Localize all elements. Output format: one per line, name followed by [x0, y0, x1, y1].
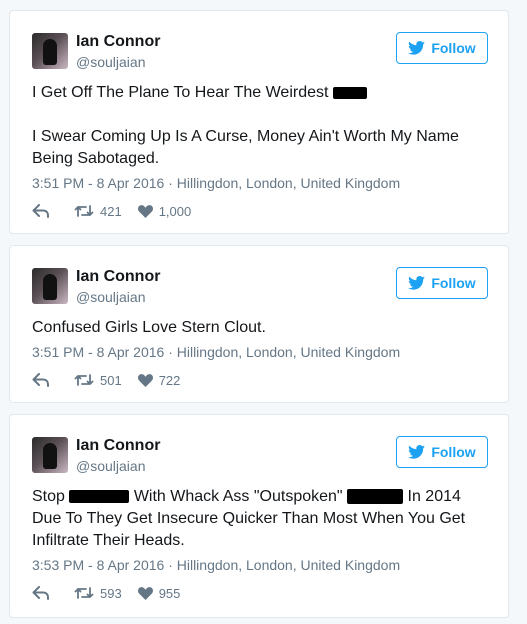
- user-name[interactable]: Ian Connor: [76, 32, 160, 52]
- like-button[interactable]: 1,000: [137, 203, 192, 219]
- follow-label: Follow: [431, 40, 476, 56]
- retweet-button[interactable]: 593: [74, 586, 122, 601]
- reply-icon: [32, 586, 49, 600]
- tweet-text-segment: With Whack Ass "Outspoken": [133, 488, 343, 505]
- retweet-count: 501: [100, 372, 122, 388]
- retweet-icon: [74, 587, 94, 599]
- retweet-count: 421: [100, 203, 122, 219]
- heart-icon: [137, 373, 153, 387]
- avatar[interactable]: [32, 268, 68, 304]
- like-count: 955: [158, 585, 181, 601]
- retweet-icon: [74, 205, 94, 217]
- follow-label: Follow: [431, 444, 476, 460]
- tweet-timestamp[interactable]: 3:51 PM - 8 Apr 2016 · Hillingdon, Londo…: [32, 343, 400, 361]
- retweet-button[interactable]: 421: [74, 204, 122, 219]
- tweet-text-segment: Stop: [32, 488, 65, 505]
- tweet-card: Ian Connor @souljaian Follow Confused Gi…: [9, 245, 509, 403]
- tweet-text-line: I Swear Coming Up Is A Curse, Money Ain'…: [32, 128, 459, 167]
- avatar[interactable]: [32, 437, 68, 473]
- bird-icon: [408, 276, 426, 290]
- follow-button[interactable]: Follow: [396, 267, 488, 299]
- tweet-actions: 593 955: [32, 584, 180, 602]
- follow-label: Follow: [431, 275, 476, 291]
- reply-button[interactable]: [32, 204, 50, 218]
- tweet-text-line: I Get Off The Plane To Hear The Weirdest: [32, 84, 329, 101]
- tweet-actions: 421 1,000: [32, 202, 191, 220]
- heart-icon: [137, 204, 153, 218]
- tweet-timestamp[interactable]: 3:51 PM - 8 Apr 2016 · Hillingdon, Londo…: [32, 174, 400, 192]
- tweet-text: Stop With Whack Ass "Outspoken" In 2014 …: [32, 486, 490, 552]
- retweet-button[interactable]: 501: [74, 373, 122, 388]
- user-handle[interactable]: @souljaian: [76, 288, 145, 306]
- bird-icon: [408, 445, 426, 459]
- tweet-text: I Get Off The Plane To Hear The Weirdest…: [32, 82, 490, 170]
- like-button[interactable]: 722: [137, 372, 181, 388]
- tweet-text: Confused Girls Love Stern Clout.: [32, 317, 490, 339]
- tweet-card: Ian Connor @souljaian Follow I Get Off T…: [9, 10, 509, 234]
- redaction-bar: [347, 489, 404, 505]
- like-button[interactable]: 955: [137, 585, 181, 601]
- retweet-count: 593: [100, 585, 122, 601]
- reply-button[interactable]: [32, 373, 50, 387]
- tweet-timestamp[interactable]: 3:53 PM - 8 Apr 2016 · Hillingdon, Londo…: [32, 556, 400, 574]
- like-count: 722: [158, 372, 181, 388]
- user-name[interactable]: Ian Connor: [76, 436, 160, 456]
- tweet-text-line: Confused Girls Love Stern Clout.: [32, 319, 266, 336]
- user-name[interactable]: Ian Connor: [76, 267, 160, 287]
- tweet-actions: 501 722: [32, 371, 180, 389]
- redaction-bar: [69, 490, 130, 504]
- reply-button[interactable]: [32, 586, 50, 600]
- reply-icon: [32, 373, 49, 387]
- user-handle[interactable]: @souljaian: [76, 457, 145, 475]
- user-handle[interactable]: @souljaian: [76, 53, 145, 71]
- heart-icon: [137, 586, 153, 600]
- follow-button[interactable]: Follow: [396, 32, 488, 64]
- reply-icon: [32, 204, 49, 218]
- retweet-icon: [74, 374, 94, 386]
- avatar[interactable]: [32, 33, 68, 69]
- redaction-bar: [332, 86, 367, 99]
- follow-button[interactable]: Follow: [396, 436, 488, 468]
- tweet-card: Ian Connor @souljaian Follow Stop With W…: [9, 414, 509, 618]
- like-count: 1,000: [158, 203, 192, 219]
- bird-icon: [408, 41, 426, 55]
